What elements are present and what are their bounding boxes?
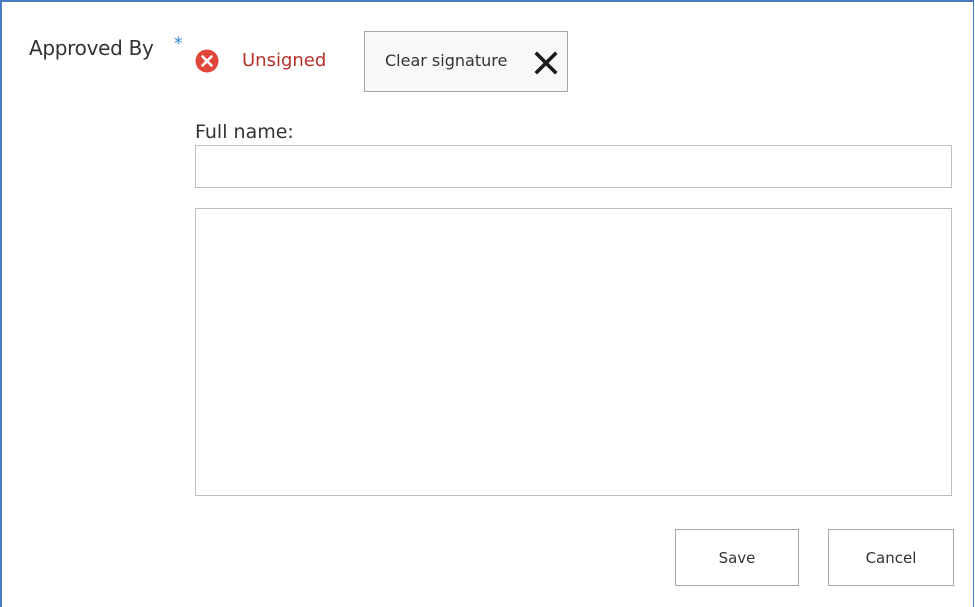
approved-by-label: Approved By [29,36,154,60]
close-x-icon [534,51,558,75]
error-circle-icon [195,49,219,73]
full-name-input[interactable] [195,145,952,188]
save-button[interactable]: Save [675,529,799,586]
form-frame: Approved By * Unsigned Clear signature F… [0,0,974,607]
required-marker: * [174,34,183,54]
signature-status: Unsigned [242,50,327,71]
full-name-label: Full name: [195,121,294,143]
clear-signature-label: Clear signature [385,51,508,70]
signature-pad[interactable] [195,208,952,496]
cancel-button[interactable]: Cancel [828,529,954,586]
clear-signature-button[interactable]: Clear signature [364,31,568,92]
